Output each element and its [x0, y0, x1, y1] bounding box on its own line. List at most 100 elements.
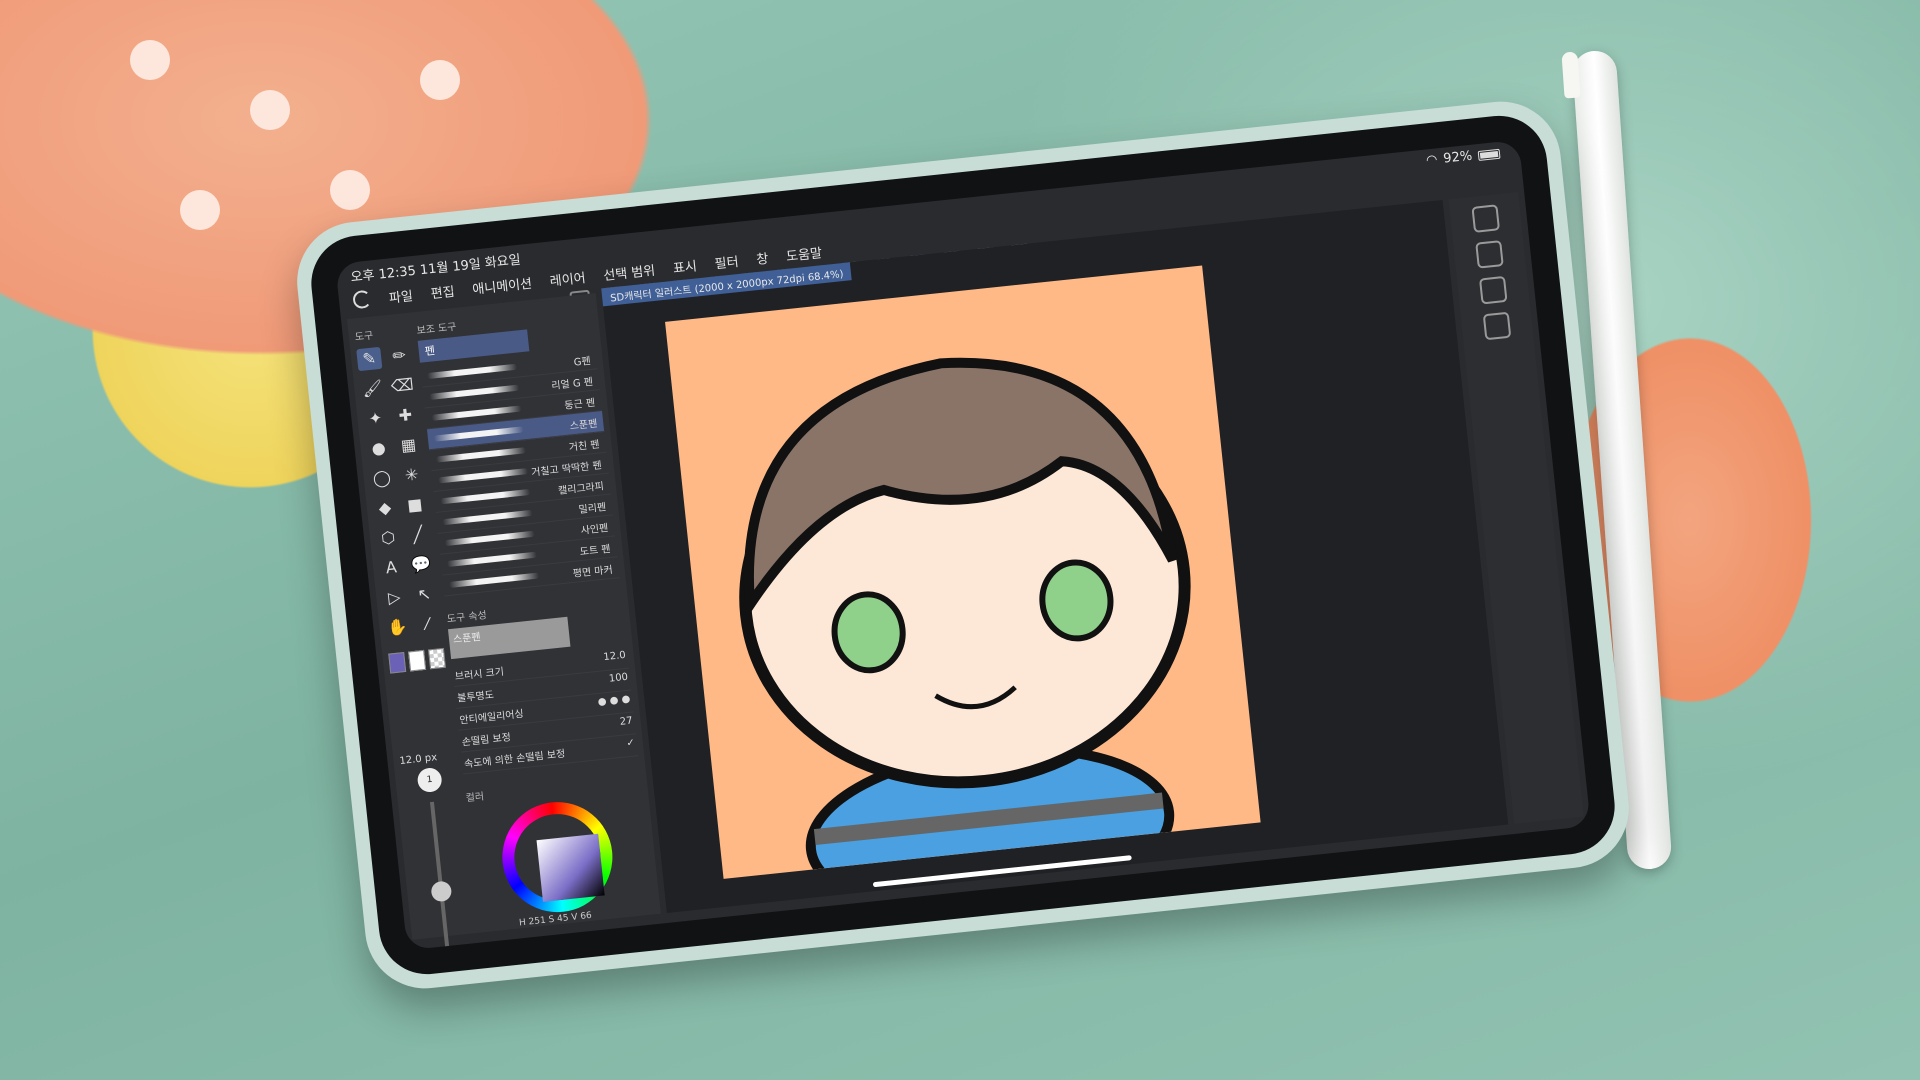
grid-tool-icon[interactable]: ▦ — [395, 433, 421, 457]
wifi-icon: ◠ — [1425, 152, 1439, 169]
menu-window[interactable]: 창 — [755, 247, 769, 267]
brush-item-label: 스푼펜 — [569, 418, 598, 432]
magic-wand-icon[interactable]: ✳ — [399, 463, 425, 487]
color-wheel-inner — [510, 809, 605, 905]
eyedropper-tool-icon[interactable]: ⁄ — [414, 612, 440, 636]
menu-file[interactable]: 파일 — [388, 285, 413, 306]
brush-item-label: 평면 마커 — [572, 564, 614, 580]
color-panel-header: 컬러 — [465, 791, 485, 805]
brush-size-label: 브러시 크기 — [454, 666, 505, 683]
opacity-value[interactable]: 100 — [608, 672, 629, 689]
frame-tool-icon[interactable]: ▷ — [381, 586, 407, 610]
saturation-value-square[interactable] — [536, 833, 605, 902]
menu-selection[interactable]: 선택 범위 — [602, 259, 656, 283]
stabilization-label: 손떨림 보정 — [461, 732, 512, 749]
transparent-swatch[interactable] — [427, 647, 446, 670]
lasso-tool-icon[interactable]: ◯ — [369, 466, 395, 490]
eraser-tool-icon[interactable]: ⌫ — [389, 374, 415, 398]
slider-knob[interactable] — [430, 880, 453, 903]
brush-stroke-preview — [449, 572, 540, 588]
strawberry-seed — [250, 90, 290, 130]
antialias-options-icon[interactable]: ● ● ● — [597, 694, 631, 712]
layers-stack-icon[interactable] — [1482, 311, 1512, 341]
strawberry-seed — [130, 40, 170, 80]
brush-stroke-preview — [429, 384, 520, 400]
fill-tool-icon[interactable]: ◆ — [372, 496, 398, 520]
opacity-label: 불투명도 — [456, 689, 495, 705]
battery-icon — [1477, 148, 1501, 161]
strawberry-seed — [420, 60, 460, 100]
brush-list: G펜 리얼 G 펜 둥근 펜 스푼펜 거친 펜 거칠고 딱딱한 펜 캘리그라피 밀리펜 사인펜 도… — [420, 348, 620, 597]
brush-item-label: 캘리그라피 — [557, 480, 605, 497]
menu-edit[interactable]: 편집 — [430, 280, 455, 301]
brush-item-label: 밀리펜 — [578, 501, 607, 516]
ipad-device: 오후 12:35 11월 19일 화요일 ◠ 92% 파일 편집 애니메이션 레… — [291, 95, 1635, 995]
tool-property-panel: 도구 속성 스푼펜 브러시 크기 12.0 불투명도 100 안티에일리어싱 ● ● … — [446, 592, 639, 775]
menu-view[interactable]: 표시 — [672, 255, 697, 276]
blend-tool-icon[interactable]: ✚ — [392, 403, 418, 427]
color-wheel[interactable] — [496, 796, 618, 918]
app-screen: 오후 12:35 11월 19일 화요일 ◠ 92% 파일 편집 애니메이션 레… — [335, 139, 1591, 951]
apple-pencil-tip — [1561, 51, 1581, 99]
brush-size-slider[interactable] — [429, 801, 453, 951]
pen-tool-icon[interactable]: ✎ — [356, 346, 383, 372]
menu-layer[interactable]: 레이어 — [549, 267, 586, 290]
navigator-icon[interactable] — [1471, 204, 1501, 233]
battery-percent: 92% — [1442, 148, 1473, 167]
main-color-swatch[interactable] — [388, 652, 407, 674]
brush-size-panel: 12.0 px 1 — [399, 750, 478, 951]
pencil-tool-icon[interactable]: ✏ — [386, 344, 412, 368]
saturation-value: 45 — [556, 913, 570, 925]
menu-help[interactable]: 도움말 — [785, 242, 822, 265]
brush-stroke-preview — [446, 551, 537, 568]
brush-size-number: 12.0 — [398, 753, 423, 768]
hand-tool-icon[interactable]: ✋ — [384, 615, 410, 639]
sub-tool-title: 보조 도구 — [416, 321, 458, 337]
brush-stroke-preview — [431, 405, 522, 421]
canvas-area[interactable]: SD캐릭터 일러스트 (2000 x 2000px 72dpi 68.4%) — [601, 199, 1509, 913]
color-panel: 컬러 H 251 S 45 V 66 — [465, 771, 655, 929]
layer-icon[interactable] — [1478, 275, 1508, 305]
brush-stroke-preview — [435, 447, 527, 463]
app-logo-icon[interactable] — [352, 289, 372, 310]
tool-palette-header: 도구 — [354, 330, 374, 344]
chibi-illustration — [739, 357, 1191, 879]
brush-size-value[interactable]: 12.0 — [603, 650, 627, 667]
sub-tool-palette: 보조 도구 펜 G펜 리얼 G 펜 둥근 펜 스푼펜 거친 펜 거칠고 딱딱한 펜 캘리그라… — [416, 304, 620, 597]
brush-item-label: G펜 — [573, 355, 592, 369]
text-tool-icon[interactable]: A — [378, 556, 404, 580]
layer-property-icon[interactable] — [1475, 240, 1504, 269]
brush-item-label: 둥근 펜 — [563, 397, 596, 412]
brush-stroke-preview — [440, 488, 531, 505]
brush-size-preview[interactable]: 1 — [416, 766, 443, 794]
strawberry-seed — [180, 190, 220, 230]
brush-stroke-preview — [427, 363, 518, 380]
menu-animation[interactable]: 애니메이션 — [471, 272, 533, 297]
brush-stroke-preview — [433, 426, 524, 442]
hsv-readout: H 251 S 45 V 66 — [518, 910, 593, 929]
value-value: 66 — [579, 910, 593, 923]
brush-tool-icon[interactable]: 🖌 — [359, 377, 385, 401]
line-tool-icon[interactable]: ╱ — [405, 523, 431, 547]
brush-item-label: 리얼 G 펜 — [550, 376, 594, 392]
sub-color-swatch[interactable] — [408, 649, 427, 672]
object-tool-icon[interactable]: ↖ — [411, 582, 437, 606]
drawing-canvas[interactable] — [665, 265, 1261, 879]
ipad-bezel: 오후 12:35 11월 19일 화요일 ◠ 92% 파일 편집 애니메이션 레… — [306, 111, 1620, 979]
status-right: ◠ 92% — [1425, 146, 1501, 169]
brush-stroke-preview — [438, 468, 529, 484]
gradient-tool-icon[interactable]: ■ — [402, 493, 428, 517]
brush-item-label: 사인펜 — [580, 522, 609, 537]
stabilization-value[interactable]: 27 — [619, 716, 633, 732]
brush-size-unit: px — [424, 752, 438, 765]
balloon-tool-icon[interactable]: 💬 — [408, 553, 434, 577]
brush-size-readout: 12.0 px — [399, 750, 456, 767]
figure-tool-icon[interactable]: ⬡ — [375, 526, 401, 550]
decoration-tool-icon[interactable]: ✦ — [362, 407, 388, 431]
brush-stroke-preview — [442, 509, 533, 526]
menu-filter[interactable]: 필터 — [714, 250, 739, 271]
airbrush-tool-icon[interactable]: ● — [366, 436, 392, 460]
checkbox-icon[interactable]: ✓ — [626, 737, 636, 753]
strawberry-seed — [330, 170, 370, 210]
hue-value: 251 — [528, 915, 547, 928]
